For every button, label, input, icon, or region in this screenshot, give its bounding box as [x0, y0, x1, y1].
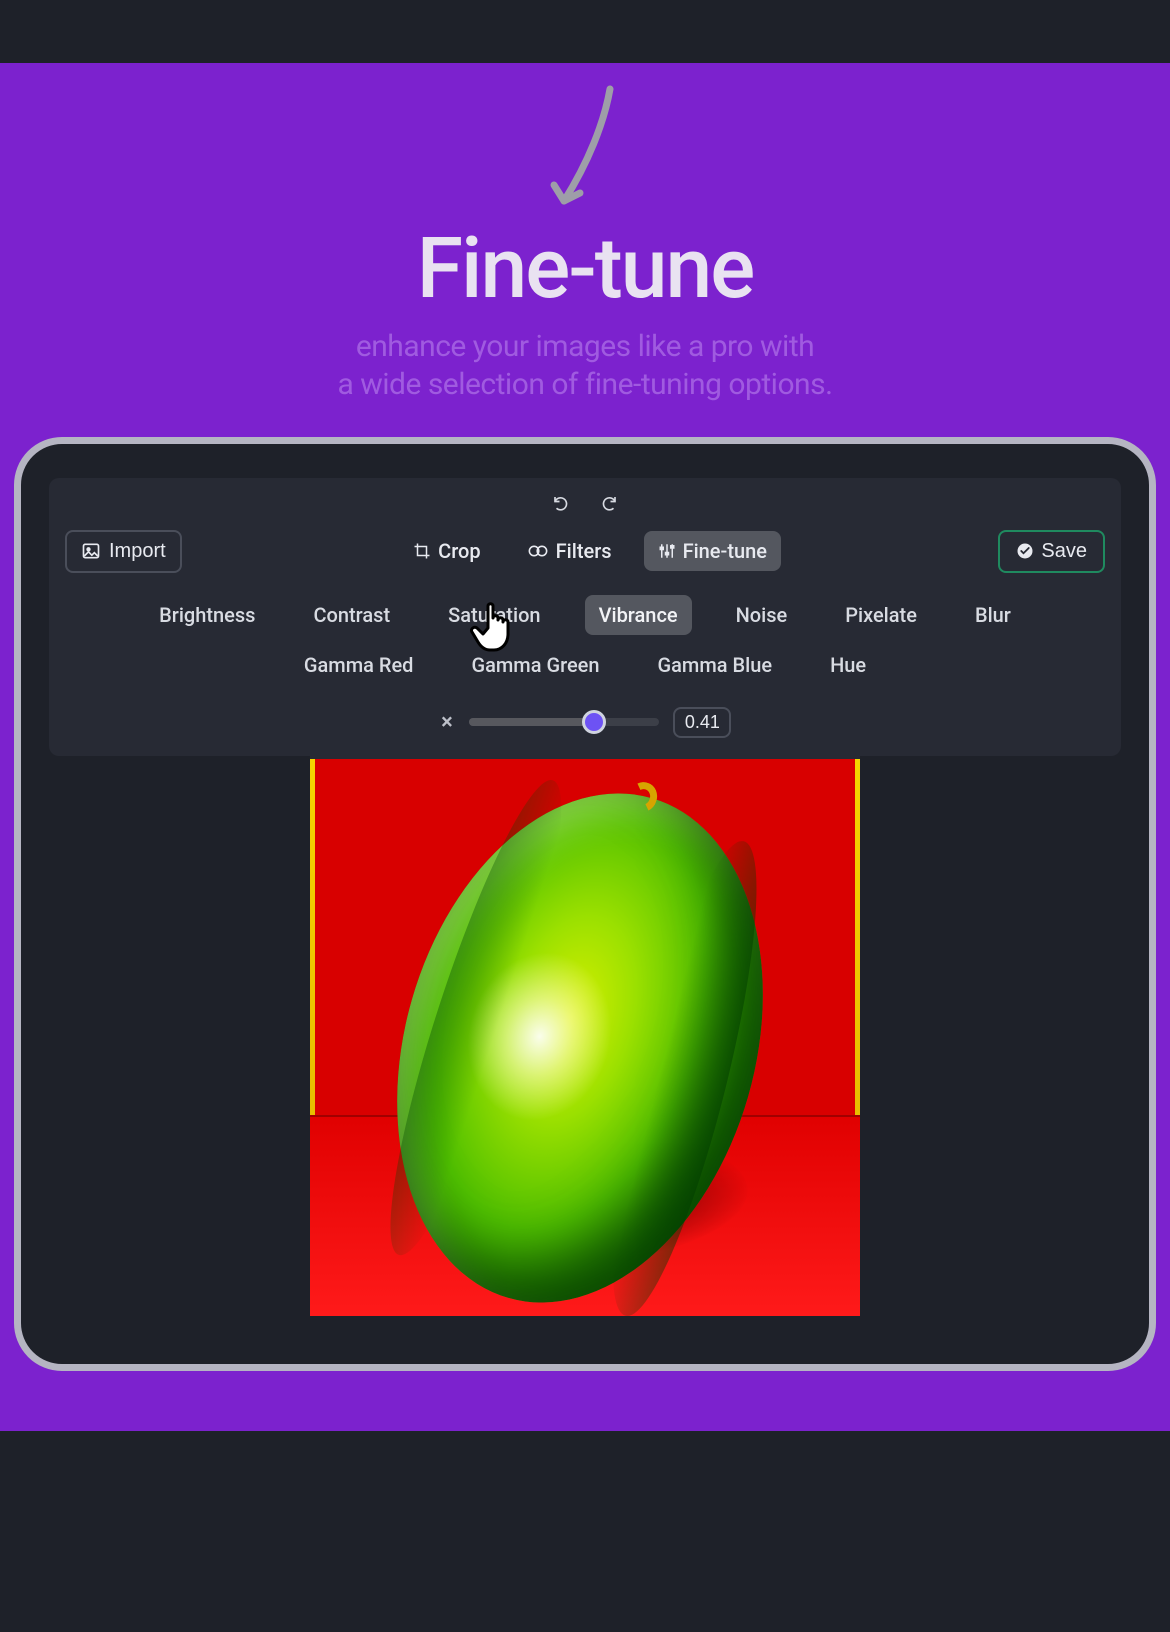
- adjust-brightness[interactable]: Brightness: [145, 595, 269, 635]
- tab-filters[interactable]: Filters: [513, 531, 626, 571]
- adjust-gamma-green[interactable]: Gamma Green: [457, 645, 613, 685]
- hero-subtitle: enhance your images like a pro with a wi…: [0, 328, 1170, 405]
- arrow-icon: [540, 83, 630, 213]
- adjust-hue[interactable]: Hue: [816, 645, 880, 685]
- crop-icon: [413, 542, 431, 560]
- save-button[interactable]: Save: [998, 530, 1105, 573]
- adjust-contrast[interactable]: Contrast: [299, 595, 404, 635]
- slider-track[interactable]: [469, 718, 659, 726]
- slider-value-input[interactable]: [673, 707, 731, 738]
- hero-arrow: [0, 83, 1170, 213]
- check-circle-icon: [1016, 542, 1034, 560]
- editor-tabs: Crop Filters: [399, 531, 781, 571]
- undo-icon[interactable]: [552, 494, 570, 512]
- adjust-blur[interactable]: Blur: [961, 595, 1025, 635]
- tab-crop[interactable]: Crop: [399, 531, 494, 571]
- tab-finetune-label: Fine-tune: [683, 539, 767, 563]
- tab-finetune[interactable]: Fine-tune: [644, 531, 781, 571]
- sliders-icon: [658, 542, 676, 560]
- app-bottom-bar: [0, 1431, 1170, 1471]
- import-label: Import: [109, 540, 166, 563]
- close-icon[interactable]: ×: [439, 710, 455, 735]
- adjust-saturation[interactable]: Saturation: [434, 595, 554, 635]
- import-button[interactable]: Import: [65, 530, 182, 573]
- slider-fill: [469, 718, 594, 726]
- tab-crop-label: Crop: [438, 539, 480, 563]
- hero-subtitle-line1: enhance your images like a pro with: [356, 329, 814, 364]
- slider-thumb[interactable]: [582, 710, 606, 734]
- hero-title: Fine-tune: [0, 219, 1170, 318]
- hero-subtitle-line2: a wide selection of fine-tuning options.: [337, 367, 832, 402]
- tab-filters-label: Filters: [556, 539, 612, 563]
- save-label: Save: [1041, 540, 1087, 563]
- adjust-gamma-blue[interactable]: Gamma Blue: [644, 645, 787, 685]
- editor-toolbar: Import Crop: [49, 478, 1121, 756]
- app-top-bar: [0, 0, 1170, 63]
- filters-icon: [527, 544, 549, 558]
- preview-image[interactable]: [310, 756, 860, 1316]
- adjust-pixelate[interactable]: Pixelate: [831, 595, 931, 635]
- redo-icon[interactable]: [600, 494, 618, 512]
- adjust-gamma-red[interactable]: Gamma Red: [290, 645, 428, 685]
- adjust-noise[interactable]: Noise: [722, 595, 802, 635]
- adjustment-list: Brightness Contrast Saturation Vibrance …: [65, 595, 1105, 685]
- device-frame: Import Crop: [14, 437, 1156, 1371]
- slider-row: ×: [65, 707, 1105, 738]
- canvas-area: [49, 756, 1121, 1316]
- adjust-vibrance[interactable]: Vibrance: [585, 595, 692, 635]
- hero-section: Fine-tune enhance your images like a pro…: [0, 63, 1170, 1431]
- image-icon: [81, 541, 101, 561]
